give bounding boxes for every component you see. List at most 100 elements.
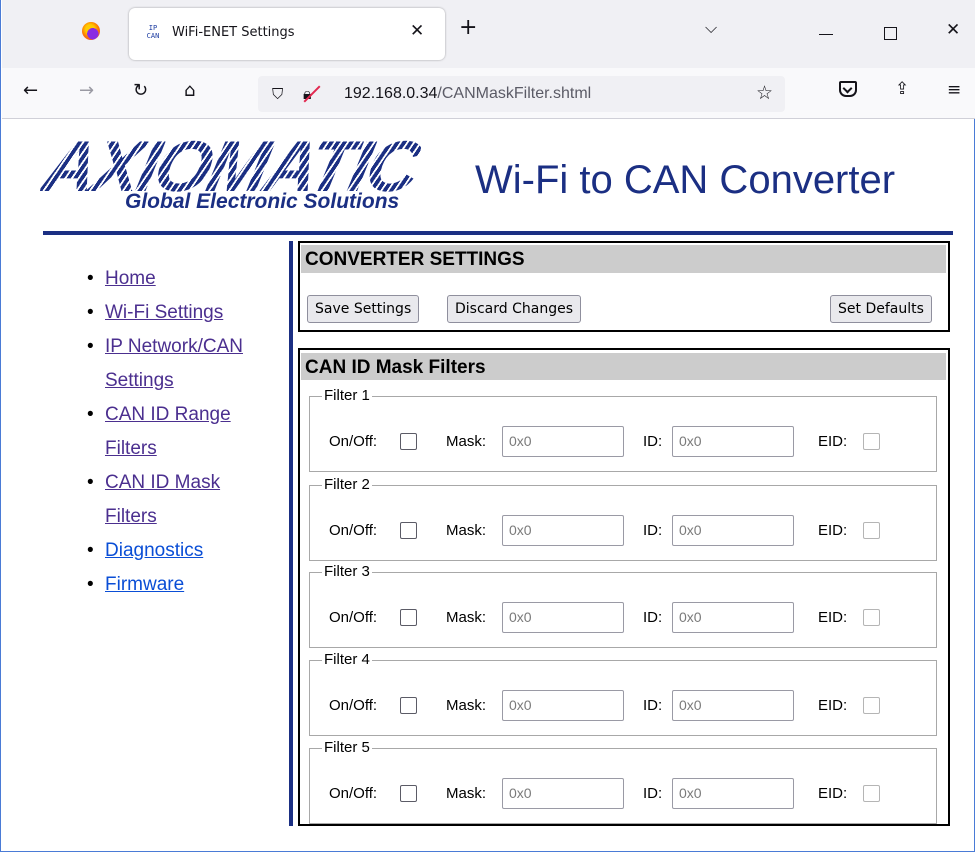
filter-3-onoff-checkbox[interactable] [400, 609, 417, 626]
filter-2-legend: Filter 2 [322, 476, 372, 493]
sidebar-item-ip-network-can-settings: IP Network/CAN Settings [87, 330, 277, 398]
url-host: 192.168.0.34 [344, 85, 438, 102]
filter-1-id-input[interactable]: 0x0 [672, 426, 794, 457]
sidebar-item-firmware: Firmware [87, 568, 277, 602]
filter-1-legend: Filter 1 [322, 387, 372, 404]
filter-5-mask-input[interactable]: 0x0 [502, 778, 624, 809]
favicon-bottom-text: CAN [146, 32, 160, 40]
filter-1-mask-input[interactable]: 0x0 [502, 426, 624, 457]
page-title: Wi-Fi to CAN Converter [475, 158, 896, 202]
id-label: ID: [643, 433, 663, 450]
filter-5-group: Filter 5 On/Off: Mask: 0x0 ID: 0x0 EID: [309, 739, 937, 824]
mask-label: Mask: [446, 785, 487, 802]
sidebar-link-home[interactable]: Home [105, 268, 156, 289]
list-tabs-chevron-icon[interactable]: ⌵ [705, 18, 717, 38]
sidebar-item-wifi-settings: Wi-Fi Settings [87, 296, 277, 330]
filter-1-eid-checkbox[interactable] [863, 433, 880, 450]
onoff-label: On/Off: [329, 697, 378, 714]
eid-label: EID: [818, 433, 848, 450]
filter-5-id-input[interactable]: 0x0 [672, 778, 794, 809]
mask-label: Mask: [446, 609, 487, 626]
sidebar-link-wifi-settings[interactable]: Wi-Fi Settings [105, 302, 223, 323]
eid-label: EID: [818, 785, 848, 802]
mask-label: Mask: [446, 697, 487, 714]
filter-3-mask-input[interactable]: 0x0 [502, 602, 624, 633]
hamburger-menu-icon[interactable]: ≡ [947, 80, 961, 100]
header-divider [43, 231, 953, 235]
filter-3-legend: Filter 3 [322, 563, 372, 580]
save-settings-button[interactable]: Save Settings [307, 295, 420, 323]
filter-1-group: Filter 1 On/Off: Mask: 0x0 ID: 0x0 EID: [309, 387, 937, 472]
filter-4-id-input[interactable]: 0x0 [672, 690, 794, 721]
url-path: /CANMaskFilter.shtml [437, 85, 592, 102]
filter-4-group: Filter 4 On/Off: Mask: 0x0 ID: 0x0 EID: [309, 651, 937, 736]
filter-4-mask-input[interactable]: 0x0 [502, 690, 624, 721]
firefox-logo-icon[interactable] [82, 22, 100, 40]
sidebar-nav: Home Wi-Fi Settings IP Network/CAN Setti… [87, 262, 277, 602]
tab-wifi-enet-settings[interactable]: IP CAN WiFi-ENET Settings ✕ [129, 8, 445, 60]
share-icon[interactable]: ⇪ [895, 79, 909, 99]
sidebar-item-can-id-mask-filters: CAN ID Mask Filters [87, 466, 277, 534]
forward-arrow-icon[interactable]: → [79, 80, 94, 101]
tracking-shield-icon[interactable]: ⛉ [272, 85, 283, 103]
filter-3-group: Filter 3 On/Off: Mask: 0x0 ID: 0x0 EID: [309, 563, 937, 648]
tab-strip: IP CAN WiFi-ENET Settings ✕ + ⌵ ✕ [2, 0, 975, 68]
filter-2-mask-input[interactable]: 0x0 [502, 515, 624, 546]
id-label: ID: [643, 785, 663, 802]
tab-title: WiFi-ENET Settings [172, 25, 295, 40]
filter-2-group: Filter 2 On/Off: Mask: 0x0 ID: 0x0 EID: [309, 476, 937, 561]
axiomatic-logo: AXIOMATIC Global Electronic Solutions [36, 127, 425, 214]
sidebar-link-firmware[interactable]: Firmware [105, 574, 184, 595]
insecure-lock-icon[interactable]: 🔒︎ [303, 84, 312, 104]
filter-3-eid-checkbox[interactable] [863, 609, 880, 626]
filter-4-eid-checkbox[interactable] [863, 697, 880, 714]
id-label: ID: [643, 609, 663, 626]
id-label: ID: [643, 697, 663, 714]
mask-label: Mask: [446, 522, 487, 539]
pocket-icon[interactable] [839, 81, 857, 97]
mask-label: Mask: [446, 433, 487, 450]
sidebar-link-can-id-mask-filters[interactable]: CAN ID Mask Filters [105, 472, 220, 527]
sidebar-link-ip-network-can-settings[interactable]: IP Network/CAN Settings [105, 336, 243, 391]
filter-2-id-input[interactable]: 0x0 [672, 515, 794, 546]
window-maximize-icon[interactable] [884, 27, 897, 40]
sidebar-item-home: Home [87, 262, 277, 296]
bookmark-star-icon[interactable]: ☆ [756, 82, 773, 104]
converter-settings-panel: CONVERTER SETTINGS Save Settings Discard… [298, 241, 950, 332]
filter-5-onoff-checkbox[interactable] [400, 785, 417, 802]
filter-3-id-input[interactable]: 0x0 [672, 602, 794, 633]
eid-label: EID: [818, 697, 848, 714]
address-bar[interactable]: ⛉ 🔒︎ 192.168.0.34/CANMaskFilter.shtml ☆ [258, 76, 785, 112]
favicon-top-text: IP [148, 24, 158, 32]
reload-icon[interactable]: ↻ [133, 80, 148, 101]
filter-5-legend: Filter 5 [322, 739, 372, 756]
home-icon[interactable]: ⌂ [184, 80, 195, 101]
mask-filters-heading: CAN ID Mask Filters [301, 353, 946, 380]
onoff-label: On/Off: [329, 785, 378, 802]
converter-settings-heading: CONVERTER SETTINGS [301, 245, 946, 273]
filter-2-eid-checkbox[interactable] [863, 522, 880, 539]
set-defaults-button[interactable]: Set Defaults [830, 295, 932, 323]
tab-close-icon[interactable]: ✕ [410, 21, 424, 41]
sidebar-item-diagnostics: Diagnostics [87, 534, 277, 568]
onoff-label: On/Off: [329, 433, 378, 450]
sidebar-link-can-id-range-filters[interactable]: CAN ID Range Filters [105, 404, 231, 459]
window-minimize-icon[interactable] [819, 34, 833, 35]
navigation-toolbar: ← → ↻ ⌂ ⛉ 🔒︎ 192.168.0.34/CANMaskFilter.… [2, 68, 975, 119]
logo-tagline: Global Electronic Solutions [125, 190, 400, 213]
filter-5-eid-checkbox[interactable] [863, 785, 880, 802]
url-text[interactable]: 192.168.0.34/CANMaskFilter.shtml [344, 85, 591, 103]
filter-2-onoff-checkbox[interactable] [400, 522, 417, 539]
eid-label: EID: [818, 609, 848, 626]
back-arrow-icon[interactable]: ← [23, 80, 38, 101]
sidebar-divider [289, 241, 293, 826]
discard-changes-button[interactable]: Discard Changes [447, 295, 581, 323]
id-label: ID: [643, 522, 663, 539]
filter-4-onoff-checkbox[interactable] [400, 697, 417, 714]
sidebar-item-can-id-range-filters: CAN ID Range Filters [87, 398, 277, 466]
sidebar-link-diagnostics[interactable]: Diagnostics [105, 540, 203, 561]
eid-label: EID: [818, 522, 848, 539]
new-tab-plus-icon[interactable]: + [459, 17, 477, 39]
filter-1-onoff-checkbox[interactable] [400, 433, 417, 450]
window-close-icon[interactable]: ✕ [946, 20, 960, 40]
